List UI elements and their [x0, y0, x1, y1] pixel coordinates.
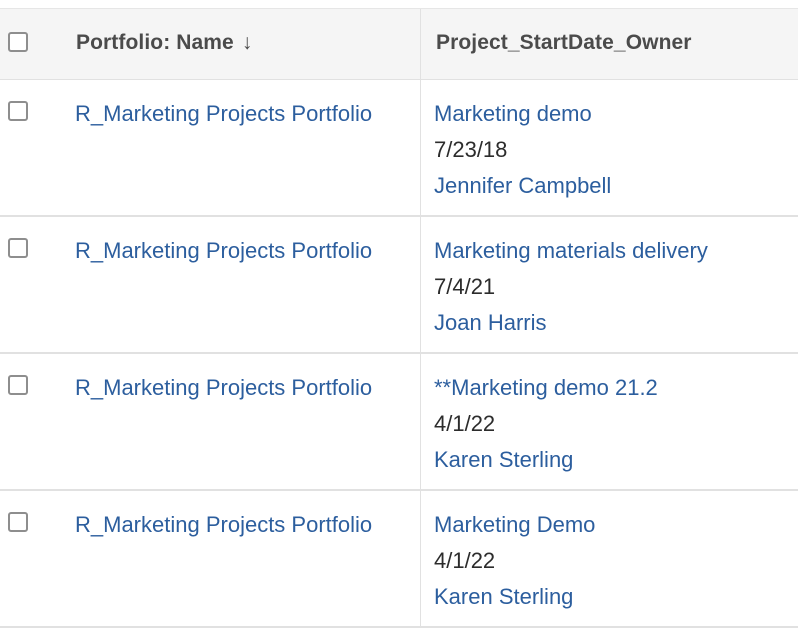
portfolio-name-link[interactable]: R_Marketing Projects Portfolio: [75, 375, 372, 401]
project-owner-link[interactable]: Karen Sterling: [434, 447, 573, 472]
project-owner-link[interactable]: Karen Sterling: [434, 584, 573, 609]
row-checkbox[interactable]: [8, 512, 28, 532]
sort-descending-icon[interactable]: ↓: [242, 31, 253, 55]
project-name-link[interactable]: Marketing demo: [434, 101, 592, 126]
project-name-link[interactable]: Marketing materials delivery: [434, 238, 708, 263]
table-row: R_Marketing Projects Portfolio Marketing…: [0, 80, 798, 217]
project-owner-link[interactable]: Joan Harris: [434, 310, 546, 335]
row-checkbox[interactable]: [8, 101, 28, 121]
project-cell: **Marketing demo 21.2 4/1/22 Karen Sterl…: [434, 375, 658, 483]
project-owner-link[interactable]: Jennifer Campbell: [434, 173, 611, 198]
column-divider: [420, 80, 421, 215]
row-checkbox[interactable]: [8, 238, 28, 258]
column-header-project-startdate-owner[interactable]: Project_StartDate_Owner: [436, 31, 692, 55]
column-header-label: Portfolio: Name: [76, 31, 234, 54]
column-divider: [420, 491, 421, 626]
project-cell: Marketing Demo 4/1/22 Karen Sterling: [434, 512, 595, 620]
project-name-link[interactable]: Marketing Demo: [434, 512, 595, 537]
table-header: Portfolio: Name ↓ Project_StartDate_Owner: [0, 8, 798, 80]
select-all-checkbox[interactable]: [8, 32, 28, 52]
column-divider: [420, 354, 421, 489]
table-row: R_Marketing Projects Portfolio **Marketi…: [0, 354, 798, 491]
project-cell: Marketing demo 7/23/18 Jennifer Campbell: [434, 101, 611, 209]
report-table: Portfolio: Name ↓ Project_StartDate_Owner…: [0, 0, 798, 632]
table-row: R_Marketing Projects Portfolio Marketing…: [0, 217, 798, 354]
project-cell: Marketing materials delivery 7/4/21 Joan…: [434, 238, 708, 346]
row-checkbox[interactable]: [8, 375, 28, 395]
portfolio-name-link[interactable]: R_Marketing Projects Portfolio: [75, 101, 372, 127]
table-row: R_Marketing Projects Portfolio Marketing…: [0, 491, 798, 628]
column-divider: [420, 9, 421, 79]
project-start-date: 4/1/22: [434, 548, 496, 573]
portfolio-name-link[interactable]: R_Marketing Projects Portfolio: [75, 238, 372, 264]
column-header-portfolio-name[interactable]: Portfolio: Name ↓: [76, 31, 252, 55]
portfolio-name-link[interactable]: R_Marketing Projects Portfolio: [75, 512, 372, 538]
project-start-date: 4/1/22: [434, 411, 496, 436]
project-start-date: 7/23/18: [434, 137, 508, 162]
project-name-link[interactable]: **Marketing demo 21.2: [434, 375, 658, 400]
column-divider: [420, 217, 421, 352]
project-start-date: 7/4/21: [434, 274, 496, 299]
